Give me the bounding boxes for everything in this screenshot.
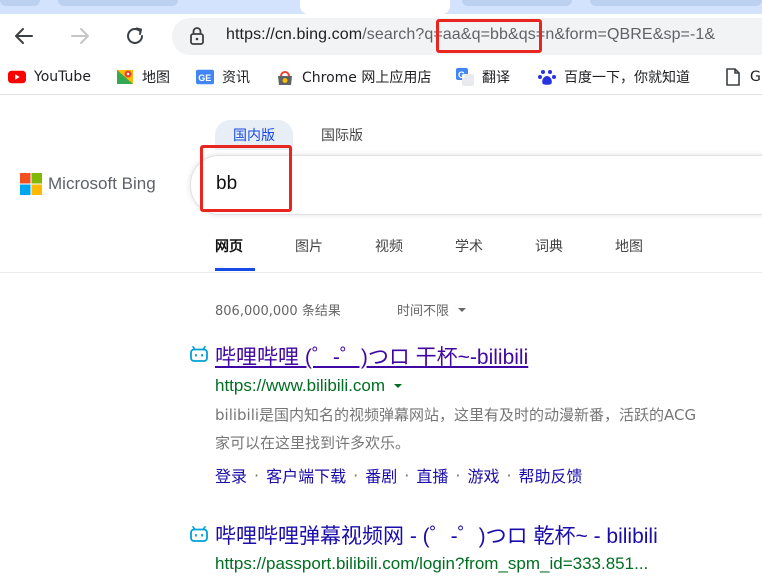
active-tab-underline [215,268,255,271]
tab-web[interactable]: 网页 [215,236,243,256]
bookmark-baidu[interactable]: 百度一下，你就知道 [538,66,690,88]
query-highlight-box [200,145,292,212]
page-icon [724,68,742,86]
browser-tab-active[interactable] [300,0,450,14]
translate-icon: G [456,68,474,86]
result-sitelinks: 登录 · 客户端下载 · 番剧 · 直播 · 游戏 · 帮助反馈 [215,463,583,487]
result-count: 806,000,000 条结果 [215,304,341,319]
browser-tab[interactable] [58,0,178,6]
result-snippet-line: bilibili是国内知名的视频弹幕网站，这里有及时的动漫新番，活跃的ACG [215,406,697,424]
browser-tab[interactable] [0,0,40,6]
result-url-text: https://www.bilibili.com [215,376,386,395]
youtube-icon [8,68,26,86]
separator-dot: · [506,465,512,485]
svg-text:G: G [458,70,465,80]
bookmark-label: YouTube [34,69,91,85]
sitelink-login[interactable]: 登录 [215,463,247,487]
bookmark-label: G [750,69,761,85]
forward-arrow-icon [71,28,89,44]
header-divider [0,272,762,273]
tab-images[interactable]: 图片 [295,236,323,256]
bookmark-news[interactable]: GE 资讯 [196,66,250,88]
time-filter-dropdown[interactable]: 时间不限 [397,300,469,319]
separator-dot: · [455,465,461,485]
bilibili-favicon [190,346,208,366]
bookmark-label: 地图 [142,70,170,86]
browser-tab[interactable] [590,0,762,6]
caret-down-icon [458,307,467,312]
back-arrow-icon [15,28,33,44]
result-title-link[interactable]: 哔哩哔哩弹幕视频网 - (゜-゜)つロ 乾杯~ - bilibili [215,520,658,550]
separator-dot: · [353,465,359,485]
sitelink-anime[interactable]: 番剧 [365,463,397,487]
lock-icon[interactable] [188,26,206,50]
result-snippet-line: 家可以在这里找到许多欢乐。 [215,434,411,452]
sitelink-games[interactable]: 游戏 [467,463,499,487]
bookmark-label: 翻译 [482,70,510,86]
bookmark-translate[interactable]: G 翻译 [456,66,510,88]
tab-maps[interactable]: 地图 [615,236,643,256]
scope-tab-international[interactable]: 国际版 [303,120,381,150]
maps-icon [116,68,134,86]
bilibili-favicon [190,526,208,546]
url-highlight-box [436,19,542,53]
news-icon: GE [196,68,214,86]
bookmark-chrome-store[interactable]: Chrome 网上应用店 [276,66,431,88]
time-filter-label: 时间不限 [397,304,450,319]
chrome-store-icon [276,68,294,86]
forward-button[interactable] [64,20,96,52]
bing-logo[interactable]: Microsoft Bing [20,173,156,195]
tab-dictionary[interactable]: 词典 [535,236,563,256]
result-url[interactable]: https://passport.bilibili.com/login?from… [215,554,648,574]
bookmark-label: 资讯 [222,70,250,86]
bookmark-youtube[interactable]: YouTube [8,66,91,88]
sitelink-help[interactable]: 帮助反馈 [519,463,583,487]
svg-text:GE: GE [198,73,211,83]
bookmark-page[interactable]: G [724,66,761,88]
url-host: https://cn.bing.com [226,26,363,43]
bookmark-label: 百度一下，你就知道 [564,70,690,86]
separator-dot: · [404,465,410,485]
tab-videos[interactable]: 视频 [375,236,403,256]
logo-text: Microsoft Bing [48,174,156,193]
separator-dot: · [254,465,260,485]
result-title-link[interactable]: 哔哩哔哩 (゜-゜)つロ 干杯~-bilibili [215,341,528,371]
reload-icon [127,27,143,44]
reload-button[interactable] [119,20,151,52]
browser-tab[interactable] [462,0,572,6]
tab-strip [0,0,762,14]
url-caret-down-icon[interactable] [391,381,405,391]
sitelink-client-download[interactable]: 客户端下载 [266,463,346,487]
tab-academic[interactable]: 学术 [455,236,483,256]
back-button[interactable] [8,20,40,52]
result-url[interactable]: https://www.bilibili.com [215,376,405,396]
bookmark-maps[interactable]: 地图 [116,66,170,88]
bookmark-label: Chrome 网上应用店 [302,70,432,86]
microsoft-logo-icon [20,173,42,195]
baidu-icon [538,68,556,86]
sitelink-live[interactable]: 直播 [416,463,448,487]
